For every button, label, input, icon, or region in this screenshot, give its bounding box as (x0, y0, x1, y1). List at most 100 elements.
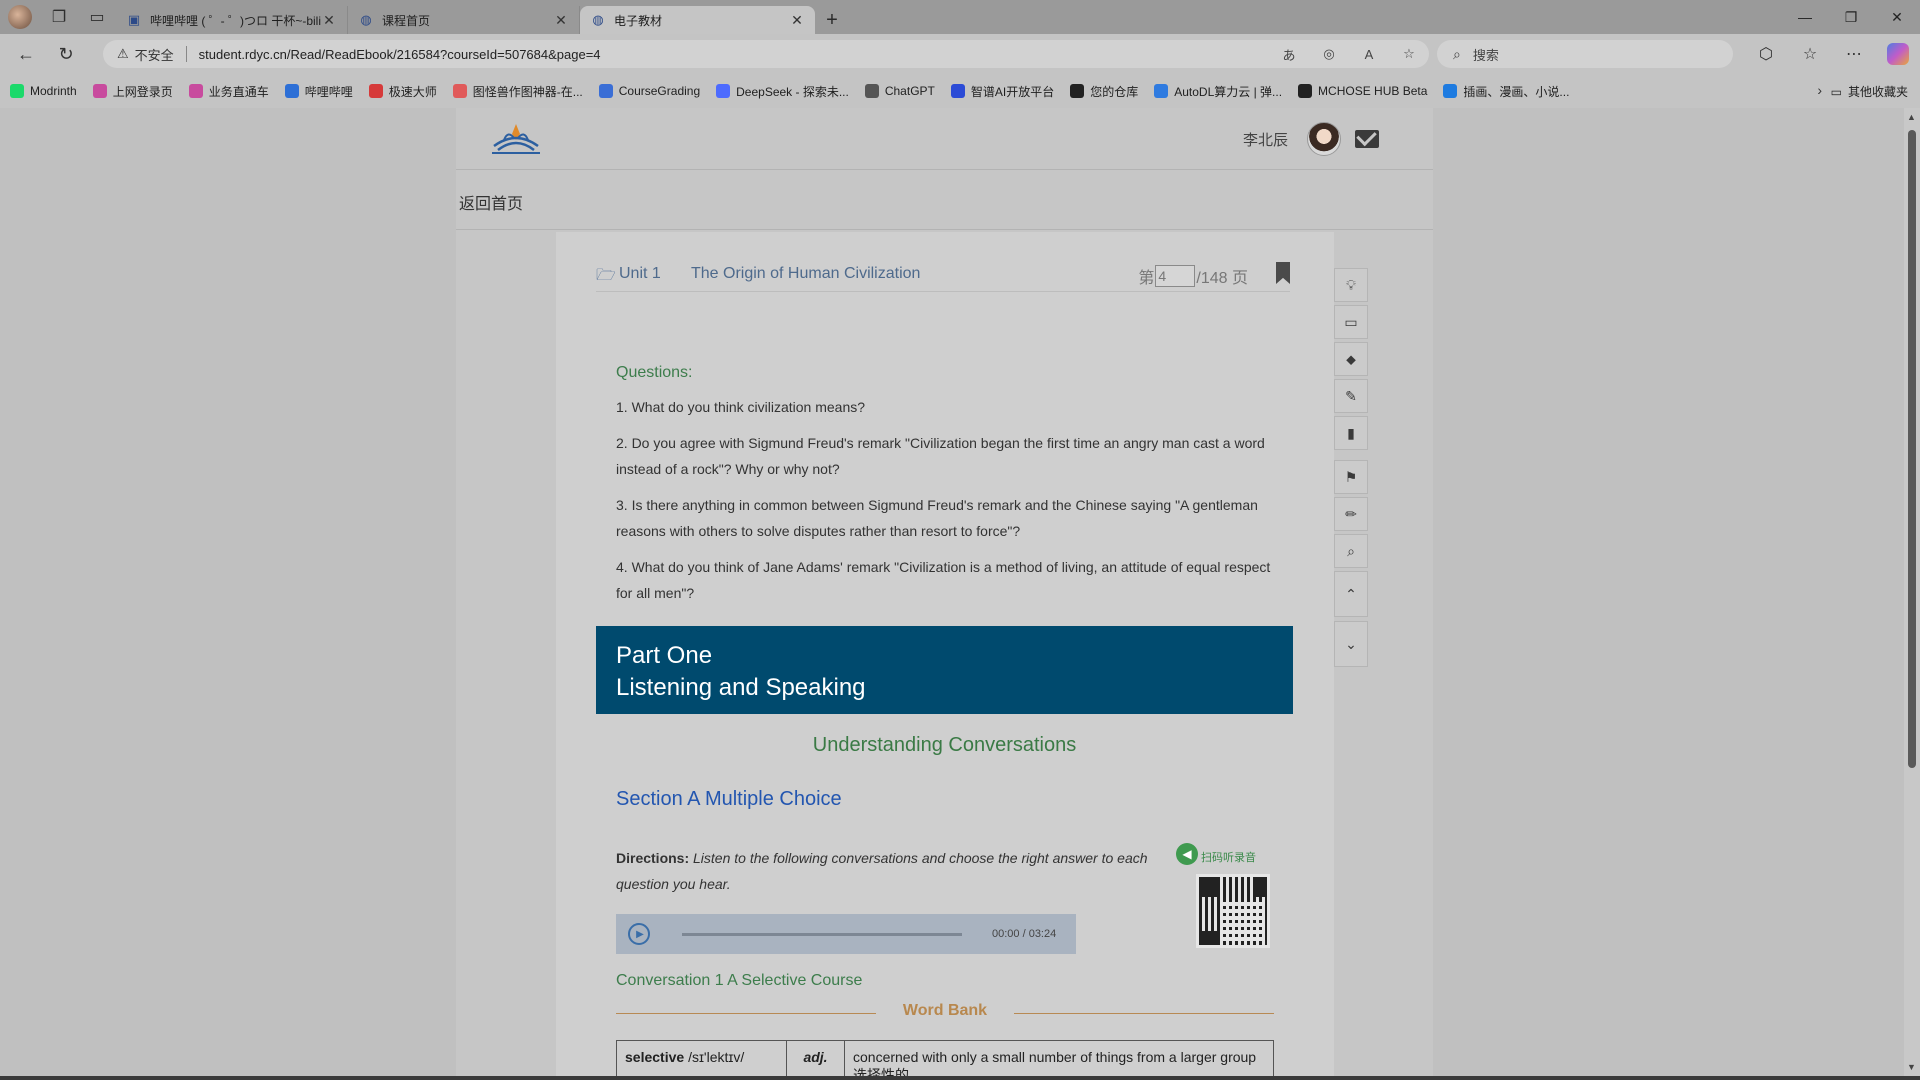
back-icon[interactable]: ← (6, 34, 46, 74)
scrollbar[interactable]: ▲ ▼ (1904, 108, 1920, 1076)
bookmark-item[interactable]: 业务直通车 (188, 83, 269, 100)
tab-ebook[interactable]: ◍ 电子教材 ✕ (580, 6, 815, 34)
bookmark-item[interactable]: CourseGrading (598, 84, 700, 98)
bookmark-item[interactable]: MCHOSE HUB Beta (1298, 84, 1427, 98)
bookmark-item[interactable]: 插画、漫画、小说... (1443, 83, 1569, 100)
section-heading: Understanding Conversations (812, 734, 1077, 756)
bookmark-favicon-icon (188, 84, 203, 98)
new-tab-button[interactable]: + (815, 6, 849, 34)
close-tab-icon[interactable]: ✕ (789, 12, 805, 29)
close-window-icon[interactable]: ✕ (1874, 0, 1920, 34)
flag-icon[interactable]: ⚑ (1334, 460, 1368, 494)
url-text[interactable]: student.rdyc.cn/Read/ReadEbook/216584?co… (199, 47, 1269, 62)
bookmark-item[interactable]: AutoDL算力云 | 弹... (1154, 83, 1282, 100)
directions-label: Directions: (616, 850, 690, 866)
speaker-icon[interactable]: ◀ (1176, 843, 1198, 865)
folder-icon: ▭ (1830, 84, 1842, 99)
lightbulb-icon[interactable]: 💡︎ (1334, 268, 1368, 302)
globe-icon: ◍ (360, 12, 372, 27)
workspaces-icon[interactable]: ❐ (40, 0, 78, 34)
chevron-up-icon[interactable]: ⌃ (1334, 571, 1368, 617)
bookmark-favicon-icon (284, 84, 299, 98)
warning-icon[interactable]: ⚠ (117, 46, 129, 62)
play-icon[interactable]: ▶ (628, 923, 650, 945)
insecure-label[interactable]: 不安全 (135, 45, 174, 64)
profile-avatar[interactable] (8, 5, 32, 29)
tracking-icon[interactable]: ◎ (1309, 46, 1349, 62)
scan-audio: ◀ 扫码听录音 (1176, 843, 1256, 865)
bookmark-label: MCHOSE HUB Beta (1318, 84, 1428, 98)
page-number-input[interactable]: 4 (1155, 265, 1196, 287)
folder-open-icon[interactable]: 🗁 (596, 264, 616, 291)
reader-toolbar: 💡︎ ▭ ⬥ ✎ ▮ ⚑ ✏ ⌕ ⌃ ⌄ (1334, 268, 1368, 671)
bookmark-favicon-icon (864, 84, 879, 98)
unit-number[interactable]: Unit 1 (619, 265, 661, 283)
favorite-star-icon[interactable]: ☆ (1389, 46, 1429, 62)
bookmark-label: 图怪兽作图神器-在... (472, 84, 583, 99)
bookmark-item[interactable]: 智谱AI开放平台 (950, 83, 1054, 100)
page-prefix: 第 (1138, 270, 1155, 287)
page-control: 第 4 /148 页 (1138, 264, 1248, 288)
tab-course-home[interactable]: ◍ 课程首页 ✕ (348, 6, 580, 34)
chevron-right-icon[interactable]: › (1817, 82, 1822, 98)
bookmark-item[interactable]: 极速大师 (368, 83, 437, 100)
page-total: /148 页 (1196, 270, 1248, 287)
bookmark-label: AutoDL算力云 | 弹... (1174, 84, 1283, 99)
translate-icon[interactable]: あ (1269, 45, 1309, 64)
tab-bilibili[interactable]: ▣ 哔哩哔哩 ( ゜- ゜)つロ 干杯~-bilibili ✕ (116, 6, 348, 34)
avatar[interactable] (1307, 122, 1341, 156)
divider (185, 46, 187, 62)
bookmarks-bar: Modrinth 上网登录页 业务直通车 哔哩哔哩 极速大师 图怪兽作图神器-在... Co… (0, 74, 1920, 108)
word-cell: selective /sɪ'lektɪv/ (616, 1040, 787, 1076)
other-bookmarks[interactable]: ▭ 其他收藏夹 (1831, 83, 1908, 100)
chevron-down-icon[interactable]: ⌄ (1334, 621, 1368, 667)
username[interactable]: 李北辰 (1243, 129, 1288, 150)
bookmark-label: 上网登录页 (112, 84, 173, 99)
close-tab-icon[interactable]: ✕ (553, 12, 569, 29)
book-icon[interactable]: ▮ (1334, 416, 1368, 450)
bookmark-item[interactable]: ChatGPT (864, 84, 935, 98)
edit-note-icon[interactable]: ✎ (1334, 379, 1368, 413)
site-logo-icon[interactable] (488, 120, 544, 156)
word-bank-label: Word Bank (902, 1002, 988, 1019)
pencil-icon[interactable]: ✏ (1334, 497, 1368, 531)
read-aloud-icon[interactable]: A (1349, 47, 1389, 62)
audio-progress-bar[interactable] (682, 932, 962, 936)
tab-actions-icon[interactable]: ▭ (78, 0, 116, 34)
scrollbar-thumb[interactable] (1908, 130, 1916, 768)
word-bank-table: selective /sɪ'lektɪv/ adj. concerned wit… (616, 1040, 1274, 1076)
search-icon[interactable]: ⌕ (1334, 534, 1368, 568)
minimize-icon[interactable]: — (1782, 0, 1828, 34)
favorites-icon[interactable]: ☆ (1788, 44, 1832, 64)
bookmark-favicon-icon (716, 84, 731, 98)
copilot-icon[interactable] (1887, 43, 1909, 65)
bookmark-icon[interactable] (1276, 262, 1290, 284)
search-input[interactable]: ⌕ 搜索 (1437, 40, 1733, 68)
mail-icon[interactable] (1355, 130, 1379, 148)
audio-time: 00:00 / 03:24 (992, 928, 1057, 940)
bookmark-item[interactable]: 上网登录页 (92, 83, 173, 100)
unit-title[interactable]: The Origin of Human Civilization (691, 265, 920, 283)
bookmark-item[interactable]: DeepSeek - 探索未... (716, 83, 849, 100)
close-tab-icon[interactable]: ✕ (321, 12, 337, 29)
bookmark-label: 哔哩哔哩 (304, 84, 353, 99)
more-icon[interactable]: ⋯ (1832, 44, 1876, 64)
refresh-icon[interactable]: ↻ (46, 34, 86, 74)
bookmark-item[interactable]: 您的仓库 (1070, 83, 1138, 100)
part-banner: Part One Listening and Speaking (596, 626, 1293, 714)
extensions-icon[interactable]: ⬡ (1744, 44, 1788, 64)
pos-cell: adj. (786, 1040, 845, 1076)
search-icon: ⌕ (1453, 45, 1461, 62)
restore-icon[interactable]: ❐ (1828, 0, 1874, 34)
back-home-link[interactable]: 返回首页 (459, 190, 523, 214)
address-bar[interactable]: ⚠ 不安全 student.rdyc.cn/Read/ReadEbook/216… (103, 40, 1429, 68)
bookmark-item[interactable]: 哔哩哔哩 (284, 83, 353, 100)
bookmark-item[interactable]: 图怪兽作图神器-在... (452, 83, 583, 100)
scroll-up-icon[interactable]: ▲ (1907, 112, 1916, 122)
folder-icon[interactable]: ▭ (1334, 305, 1368, 339)
site-container: 李北辰 返回首页 🗁 Unit 1 The Origin of Human Ci… (456, 108, 1433, 1076)
scroll-down-icon[interactable]: ▼ (1907, 1062, 1916, 1072)
tags-icon[interactable]: ⬥ (1334, 342, 1368, 376)
question-item: 4. What do you think of Jane Adams' rema… (616, 559, 1271, 601)
bookmark-item[interactable]: Modrinth (10, 84, 77, 98)
